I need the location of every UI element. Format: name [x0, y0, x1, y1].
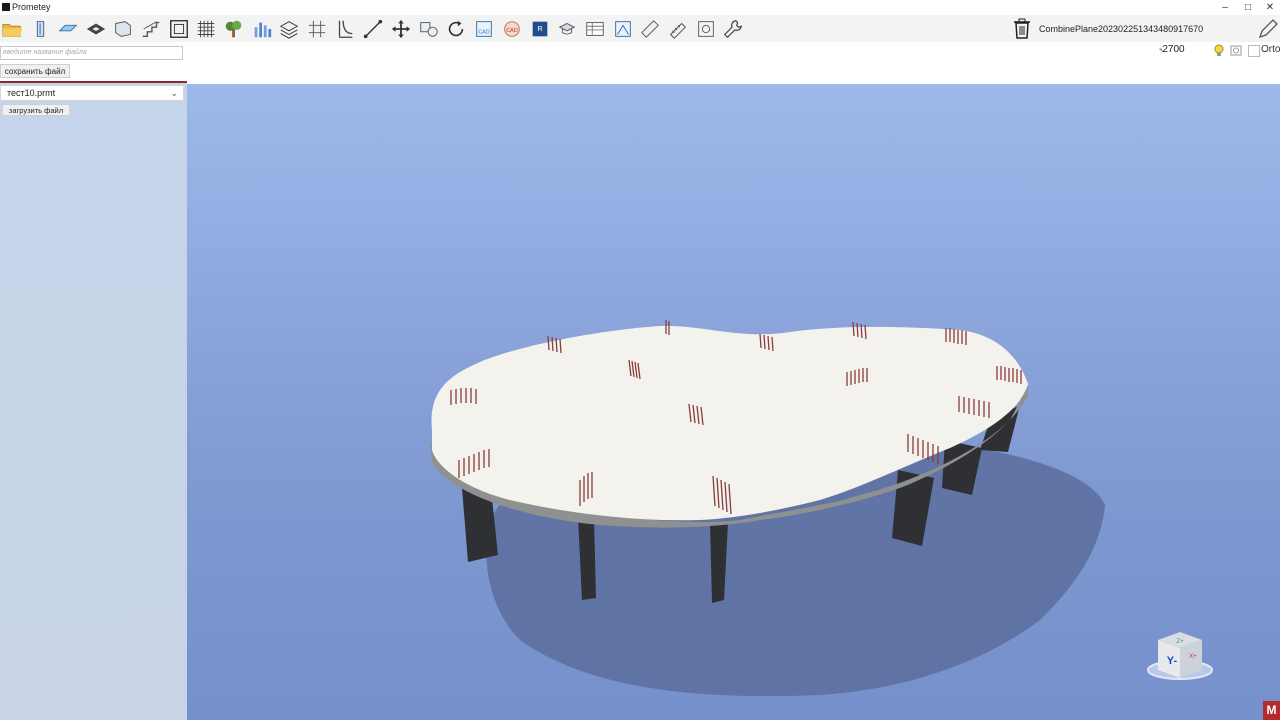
light-bulb-icon[interactable]: [1212, 43, 1226, 57]
layers-icon[interactable]: [277, 17, 301, 41]
file-select[interactable]: тест10.prmt ⌄: [0, 85, 184, 101]
main-toolbar: CAD CAD R CombinePlane20230225134348091​…: [0, 15, 1280, 42]
level-select[interactable]: -2700 ⌄: [1153, 43, 1205, 57]
drawing-icon[interactable]: [611, 17, 635, 41]
column-icon[interactable]: [29, 17, 53, 41]
view-options-bar: [187, 42, 1280, 84]
save-section: введите название файла сохранить файл: [0, 42, 187, 82]
rotate-icon[interactable]: [444, 17, 468, 41]
maximize-button[interactable]: □: [1237, 0, 1259, 15]
orto-checkbox[interactable]: [1248, 45, 1260, 57]
grid-icon[interactable]: [194, 17, 218, 41]
move-icon[interactable]: [389, 17, 413, 41]
3d-viewport[interactable]: Z+ Y- X+: [187, 84, 1280, 720]
orto-label: Orto: [1261, 44, 1280, 55]
tree-icon[interactable]: [222, 17, 246, 41]
svg-text:CAD: CAD: [478, 30, 490, 36]
measure-icon[interactable]: [361, 17, 385, 41]
edit-pencil-icon[interactable]: [1256, 17, 1280, 41]
settings-wrench-icon[interactable]: [721, 17, 745, 41]
cap-icon[interactable]: [555, 17, 579, 41]
frame-icon[interactable]: [167, 17, 191, 41]
view-cube-side: X+: [1189, 654, 1197, 660]
wall-icon[interactable]: [111, 17, 135, 41]
cad-import-icon[interactable]: CAD: [472, 17, 496, 41]
save-file-button[interactable]: сохранить файл: [0, 64, 70, 78]
view-settings-icon[interactable]: [1229, 43, 1243, 57]
chart-icon[interactable]: [250, 17, 274, 41]
title-bar: Prometey – □ ✕: [0, 0, 1280, 15]
ruler-icon[interactable]: [638, 17, 662, 41]
slab-icon[interactable]: [56, 17, 80, 41]
close-button[interactable]: ✕: [1259, 0, 1280, 15]
table-icon[interactable]: [583, 17, 607, 41]
panel-divider: [0, 81, 187, 83]
corner-badge[interactable]: M: [1263, 701, 1280, 720]
open-folder-icon[interactable]: [0, 17, 24, 41]
window-title: Prometey: [12, 2, 51, 12]
axes-grid-icon[interactable]: [305, 17, 329, 41]
opening-icon[interactable]: [84, 17, 108, 41]
file-select-value: тест10.prmt: [7, 88, 56, 98]
view-cube-top: Z+: [1176, 639, 1184, 645]
load-file-button[interactable]: загрузить файл: [2, 104, 70, 116]
filename-input[interactable]: введите название файла: [0, 46, 183, 60]
minimize-button[interactable]: –: [1214, 0, 1236, 15]
rebar-icon[interactable]: [666, 17, 690, 41]
svg-text:CAD: CAD: [506, 28, 518, 34]
model-scene: Z+ Y- X+: [430, 320, 1213, 697]
current-object-name: CombinePlane20230225134348091​7670: [1039, 24, 1204, 34]
group-icon[interactable]: [694, 17, 718, 41]
view-cube: Z+ Y- X+: [1147, 632, 1213, 680]
chevron-down-icon: ⌄: [170, 88, 178, 98]
svg-text:R: R: [537, 24, 542, 33]
file-panel: введите название файла сохранить файл те…: [0, 42, 187, 720]
rvt-icon[interactable]: R: [528, 17, 552, 41]
view-cube-front: Y-: [1167, 655, 1178, 667]
stair-icon[interactable]: [139, 17, 163, 41]
app-icon: [2, 3, 10, 11]
copy-icon[interactable]: [417, 17, 441, 41]
beam-icon[interactable]: [333, 17, 357, 41]
chevron-down-icon: ⌄: [1159, 44, 1167, 54]
cad-export-icon[interactable]: CAD: [500, 17, 524, 41]
trash-icon[interactable]: [1012, 17, 1032, 41]
